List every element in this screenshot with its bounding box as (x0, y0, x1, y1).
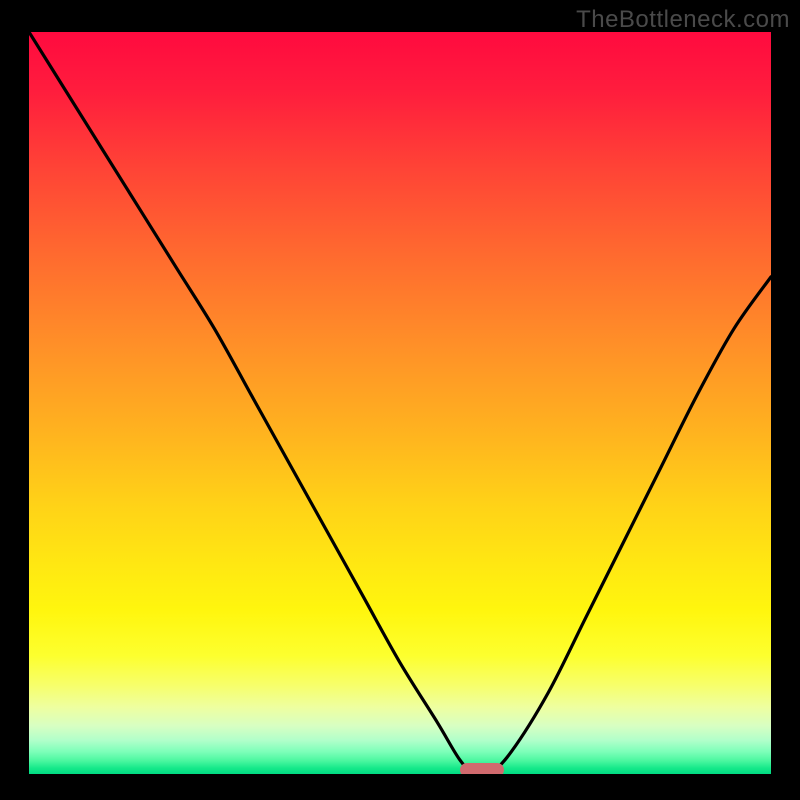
plot-area (29, 32, 771, 774)
optimal-point-marker (460, 763, 504, 774)
watermark-text: TheBottleneck.com (576, 6, 790, 34)
chart-frame: TheBottleneck.com (0, 0, 800, 800)
bottleneck-curve (29, 32, 771, 774)
bottleneck-curve-path (29, 32, 771, 774)
